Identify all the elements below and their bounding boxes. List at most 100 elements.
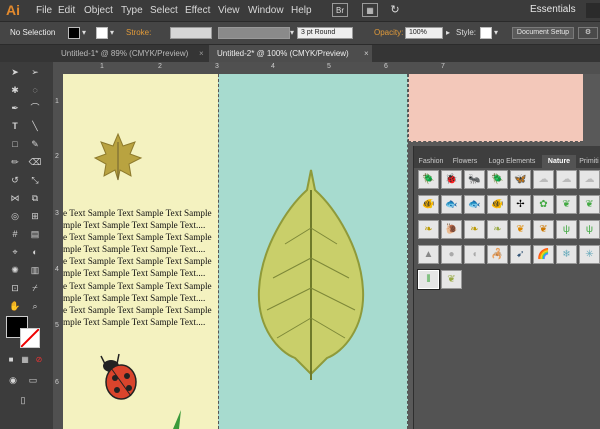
fish-icon[interactable]: 🐠 bbox=[487, 195, 508, 214]
paintbrush-tool-icon[interactable]: ✎ bbox=[28, 138, 42, 150]
fill-swatch[interactable] bbox=[68, 27, 80, 39]
tab-primitives[interactable]: Primiti bbox=[577, 155, 600, 168]
gradient-tool-icon[interactable]: ▤ bbox=[28, 228, 42, 240]
eraser-tool-icon[interactable]: ⌫ bbox=[28, 156, 42, 168]
zoom-tool-icon[interactable]: ⌕ bbox=[28, 300, 42, 312]
fish-icon[interactable]: ➹ bbox=[510, 245, 531, 264]
width-tool-icon[interactable]: ⋈ bbox=[8, 192, 22, 204]
fish-icon[interactable]: 🐠 bbox=[418, 195, 439, 214]
document-setup-button[interactable]: Document Setup bbox=[512, 27, 574, 39]
none-mode-icon[interactable]: ⊘ bbox=[32, 354, 46, 366]
snowflake-icon[interactable]: ✳ bbox=[579, 245, 600, 264]
change-screen-mode-icon[interactable]: ▯ bbox=[16, 394, 30, 406]
magic-wand-tool-icon[interactable]: ✱ bbox=[8, 84, 22, 96]
leaf-icon[interactable]: ❦ bbox=[579, 195, 600, 214]
ladybug-art[interactable] bbox=[99, 350, 143, 402]
stroke-swatch[interactable] bbox=[96, 27, 108, 39]
scale-tool-icon[interactable]: ⤡ bbox=[28, 174, 42, 186]
cloud-icon[interactable]: ☁ bbox=[533, 170, 554, 189]
leaf-icon[interactable]: ❧ bbox=[418, 220, 439, 239]
eyedropper-tool-icon[interactable]: ⌖ bbox=[8, 246, 22, 258]
lasso-tool-icon[interactable]: ◌ bbox=[28, 84, 42, 96]
close-icon[interactable]: × bbox=[199, 45, 204, 62]
menu-select[interactable]: Select bbox=[150, 4, 178, 17]
chevron-down-icon[interactable]: ▾ bbox=[82, 28, 86, 38]
artboard-tool-icon[interactable]: ⊡ bbox=[8, 282, 22, 294]
variable-width-profile[interactable] bbox=[218, 27, 290, 39]
menu-edit[interactable]: Edit bbox=[58, 4, 75, 17]
chevron-right-icon[interactable]: ▸ bbox=[446, 28, 450, 38]
grass-icon[interactable]: ψ bbox=[579, 220, 600, 239]
stroke-color-box[interactable] bbox=[20, 328, 40, 348]
maple-leaf-art[interactable] bbox=[93, 132, 143, 182]
brush-definition[interactable]: 3 pt Round bbox=[297, 27, 353, 39]
search-field[interactable] bbox=[586, 3, 600, 18]
snail-icon[interactable]: 🐌 bbox=[441, 220, 462, 239]
pen-tool-icon[interactable]: ✒ bbox=[8, 102, 22, 114]
shape-builder-tool-icon[interactable]: ◎ bbox=[8, 210, 22, 222]
stroke-weight-field[interactable] bbox=[170, 27, 212, 39]
artboard-teal[interactable] bbox=[218, 74, 408, 429]
beetle-icon[interactable]: 🪲 bbox=[487, 170, 508, 189]
gradient-mode-icon[interactable]: ▦ bbox=[18, 354, 32, 366]
color-mode-icon[interactable]: ■ bbox=[4, 354, 18, 366]
chevron-down-icon[interactable]: ▾ bbox=[290, 28, 294, 38]
close-icon[interactable]: × bbox=[364, 45, 369, 62]
leaf-art[interactable] bbox=[255, 168, 367, 382]
rectangle-tool-icon[interactable]: □ bbox=[8, 138, 22, 150]
sample-text-block[interactable]: e Text Sample Text Sample Text Sample mpl… bbox=[63, 207, 223, 328]
tab-untitled-2[interactable]: Untitled-2* @ 100% (CMYK/Preview) bbox=[209, 45, 372, 62]
rotate-tool-icon[interactable]: ↺ bbox=[8, 174, 22, 186]
preferences-button[interactable]: ⚙ bbox=[578, 27, 598, 39]
dragonfly-icon[interactable]: ✢ bbox=[510, 195, 531, 214]
workspace-switcher[interactable]: Essentials bbox=[530, 4, 576, 15]
leaf-icon[interactable]: ❦ bbox=[533, 220, 554, 239]
bug-icon[interactable]: 🐜 bbox=[464, 170, 485, 189]
perspective-grid-tool-icon[interactable]: ⊞ bbox=[28, 210, 42, 222]
shaper-tool-icon[interactable]: ✏ bbox=[8, 156, 22, 168]
stroke-label[interactable]: Stroke: bbox=[126, 28, 151, 38]
free-transform-tool-icon[interactable]: ⧉ bbox=[28, 192, 42, 204]
grass-icon[interactable]: ⫴ bbox=[418, 270, 439, 289]
panel-header[interactable] bbox=[414, 146, 600, 154]
slice-tool-icon[interactable]: ⌿ bbox=[28, 282, 42, 294]
grass-icon[interactable]: ψ bbox=[556, 220, 577, 239]
tab-nature[interactable]: Nature bbox=[542, 155, 576, 168]
artboard-pink[interactable] bbox=[408, 74, 583, 142]
leaf-icon[interactable]: ❦ bbox=[510, 220, 531, 239]
line-tool-icon[interactable]: ╲ bbox=[28, 120, 42, 132]
leaf-icon[interactable]: ❦ bbox=[556, 195, 577, 214]
leaf-icon[interactable]: ❧ bbox=[464, 220, 485, 239]
menu-effect[interactable]: Effect bbox=[185, 4, 210, 17]
column-graph-tool-icon[interactable]: ▥ bbox=[28, 264, 42, 276]
screen-mode-icon[interactable]: ▭ bbox=[26, 374, 40, 386]
draw-normal-icon[interactable]: ◉ bbox=[6, 374, 20, 386]
hand-tool-icon[interactable]: ✋ bbox=[8, 300, 22, 312]
leaf-icon[interactable]: ❧ bbox=[487, 220, 508, 239]
opacity-field[interactable]: 100% bbox=[405, 27, 443, 39]
type-tool-icon[interactable]: T bbox=[8, 120, 22, 132]
menu-help[interactable]: Help bbox=[291, 4, 312, 17]
scorpion-icon[interactable]: 🦂 bbox=[487, 245, 508, 264]
tab-flowers[interactable]: Flowers bbox=[448, 155, 482, 168]
opacity-label[interactable]: Opacity: bbox=[374, 28, 403, 38]
butterfly-icon[interactable]: 🦋 bbox=[510, 170, 531, 189]
fish-icon[interactable]: 🐟 bbox=[464, 195, 485, 214]
snowflake-icon[interactable]: ❄ bbox=[556, 245, 577, 264]
chevron-down-icon[interactable]: ▾ bbox=[110, 28, 114, 38]
symbol-sprayer-tool-icon[interactable]: ✺ bbox=[8, 264, 22, 276]
chevron-down-icon[interactable]: ▾ bbox=[494, 28, 498, 38]
curvature-tool-icon[interactable]: ⌒ bbox=[28, 102, 42, 114]
cloud-icon[interactable]: ☁ bbox=[556, 170, 577, 189]
rock-icon[interactable]: ● bbox=[441, 245, 462, 264]
fish-icon[interactable]: 🐟 bbox=[441, 195, 462, 214]
menu-window[interactable]: Window bbox=[248, 4, 284, 17]
menu-file[interactable]: File bbox=[36, 4, 52, 17]
tab-fashion[interactable]: Fashion bbox=[415, 155, 447, 168]
graphic-style-swatch[interactable] bbox=[480, 27, 492, 39]
rock-icon[interactable]: ◖ bbox=[464, 245, 485, 264]
tab-untitled-1[interactable]: Untitled-1* @ 89% (CMYK/Preview) bbox=[53, 45, 207, 62]
plant-icon[interactable]: ✿ bbox=[533, 195, 554, 214]
cloud-icon[interactable]: ☁ bbox=[579, 170, 600, 189]
selection-tool-icon[interactable]: ➤ bbox=[8, 66, 22, 78]
